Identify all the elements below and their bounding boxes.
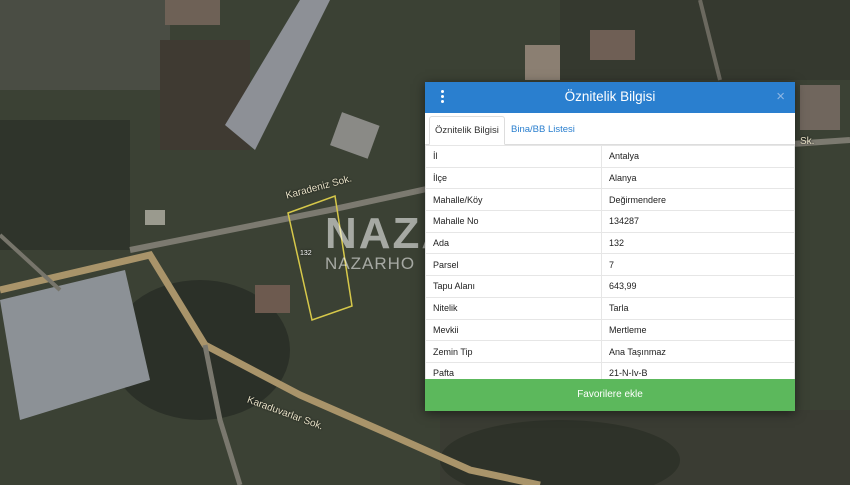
attribute-key: Nitelik — [425, 296, 602, 320]
attribute-key: Parsel — [425, 253, 602, 277]
attribute-value: Mertleme — [601, 318, 795, 342]
attribute-key: Tapu Alanı — [425, 275, 602, 298]
parcel-number-label: 132 — [300, 250, 312, 257]
table-row: Mahalle No 134287 — [425, 210, 795, 233]
attribute-value: 7 — [601, 253, 795, 277]
table-row: Zemin Tip Ana Taşınmaz — [425, 340, 795, 363]
road-label-3: Sk. — [800, 136, 815, 147]
dialog-header: Öznitelik Bilgisi × — [425, 82, 795, 113]
tab-attribute-info[interactable]: Öznitelik Bilgisi — [429, 116, 505, 145]
attribute-key: İl — [425, 145, 602, 168]
table-row: Mevkii Mertleme — [425, 318, 795, 342]
attribute-value: Değirmendere — [601, 188, 795, 212]
table-row: Nitelik Tarla — [425, 296, 795, 320]
attribute-key: Mahalle No — [425, 210, 602, 233]
tab-building-list[interactable]: Bina/BB Listesi — [506, 116, 580, 143]
attribute-info-dialog: Öznitelik Bilgisi × Öznitelik Bilgisi Bi… — [425, 82, 795, 411]
attribute-key: Ada — [425, 231, 602, 255]
table-row: Mahalle/Köy Değirmendere — [425, 188, 795, 212]
table-row: İl Antalya — [425, 145, 795, 168]
table-row: İlçe Alanya — [425, 166, 795, 190]
tab-bar: Öznitelik Bilgisi Bina/BB Listesi — [425, 113, 795, 145]
attribute-value: Ana Taşınmaz — [601, 340, 795, 363]
attribute-key: İlçe — [425, 166, 602, 190]
add-to-favorites-button[interactable]: Favorilere ekle — [425, 379, 795, 411]
table-row: Parsel 7 — [425, 253, 795, 277]
attribute-key: Zemin Tip — [425, 340, 602, 363]
attribute-value: 643,99 — [601, 275, 795, 298]
attribute-value: Alanya — [601, 166, 795, 190]
attribute-value: Tarla — [601, 296, 795, 320]
attribute-table: İl Antalya İlçe Alanya Mahalle/Köy Değirmende… — [425, 145, 795, 385]
attribute-value: 134287 — [601, 210, 795, 233]
table-row: Tapu Alanı 643,99 — [425, 275, 795, 298]
table-row: Ada 132 — [425, 231, 795, 255]
dialog-title: Öznitelik Bilgisi — [564, 89, 656, 104]
attribute-value: Antalya — [601, 145, 795, 168]
close-icon[interactable]: × — [776, 88, 785, 106]
attribute-key: Mevkii — [425, 318, 602, 342]
attribute-key: Mahalle/Köy — [425, 188, 602, 212]
attribute-value: 132 — [601, 231, 795, 255]
